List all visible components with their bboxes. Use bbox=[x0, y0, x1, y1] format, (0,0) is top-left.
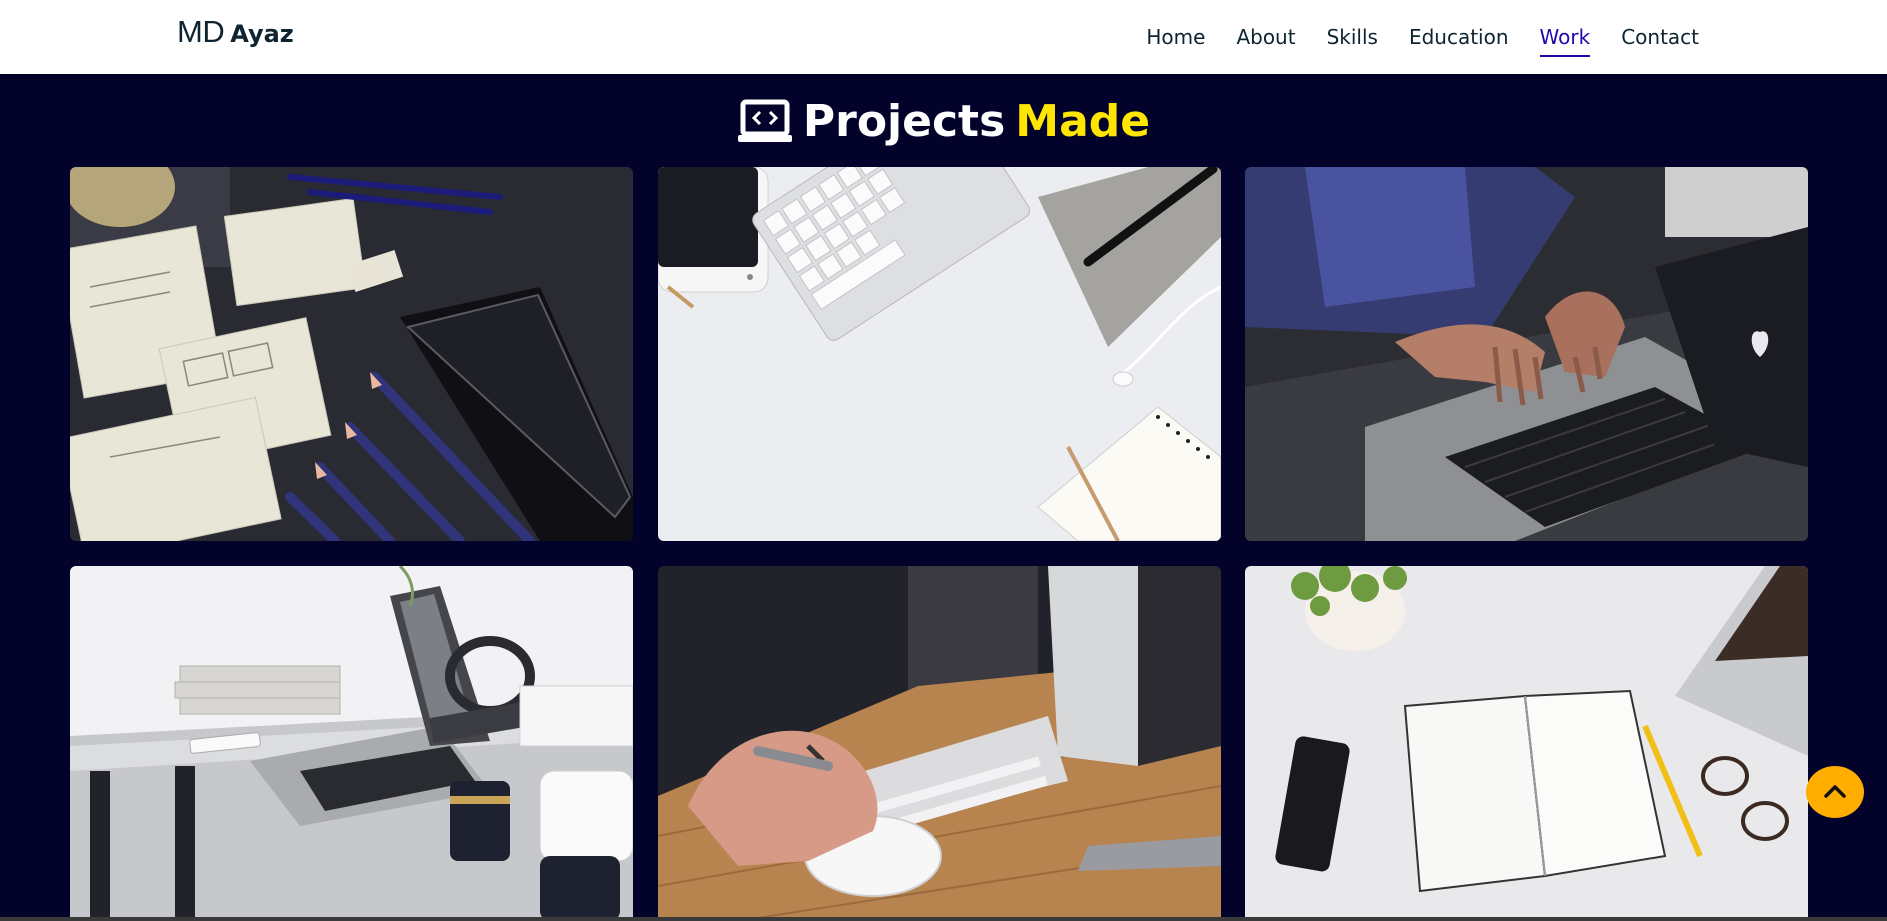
laptop-code-icon bbox=[737, 99, 793, 145]
nav-link-contact[interactable]: Contact bbox=[1621, 19, 1699, 55]
horizontal-scrollbar[interactable] bbox=[0, 917, 1887, 921]
hand-on-mouse-photo bbox=[658, 566, 1221, 921]
project-card[interactable] bbox=[658, 566, 1221, 921]
scroll-to-top-button[interactable] bbox=[1806, 766, 1864, 818]
keyboard-flatlay-photo bbox=[658, 167, 1221, 541]
brand-initials: MD bbox=[177, 14, 225, 49]
main-nav: Home About Skills Education Work Contact bbox=[1146, 0, 1699, 74]
nav-link-education[interactable]: Education bbox=[1409, 19, 1509, 55]
section-heading: Projects Made bbox=[0, 96, 1887, 147]
section-title-accent: Made bbox=[1015, 96, 1151, 147]
nav-link-work[interactable]: Work bbox=[1539, 19, 1590, 57]
nav-link-skills[interactable]: Skills bbox=[1327, 19, 1378, 55]
project-card[interactable] bbox=[1245, 167, 1808, 541]
nav-link-home[interactable]: Home bbox=[1146, 19, 1205, 55]
project-card[interactable] bbox=[70, 566, 633, 921]
brand-name: Ayaz bbox=[230, 20, 294, 48]
typing-on-laptop-photo bbox=[1245, 167, 1808, 541]
chevron-up-icon bbox=[1824, 783, 1846, 802]
project-card[interactable] bbox=[70, 167, 633, 541]
laptop-on-desk-photo bbox=[70, 566, 633, 921]
brand-logo[interactable]: MD Ayaz bbox=[177, 14, 294, 50]
project-card[interactable] bbox=[658, 167, 1221, 541]
project-card[interactable] bbox=[1245, 566, 1808, 921]
section-title-main: Projects bbox=[802, 96, 1006, 147]
wireframe-sketches-photo bbox=[70, 167, 633, 541]
notebook-flatlay-photo bbox=[1245, 566, 1808, 921]
navbar: MD Ayaz Home About Skills Education Work… bbox=[0, 0, 1887, 74]
nav-link-about[interactable]: About bbox=[1236, 19, 1295, 55]
